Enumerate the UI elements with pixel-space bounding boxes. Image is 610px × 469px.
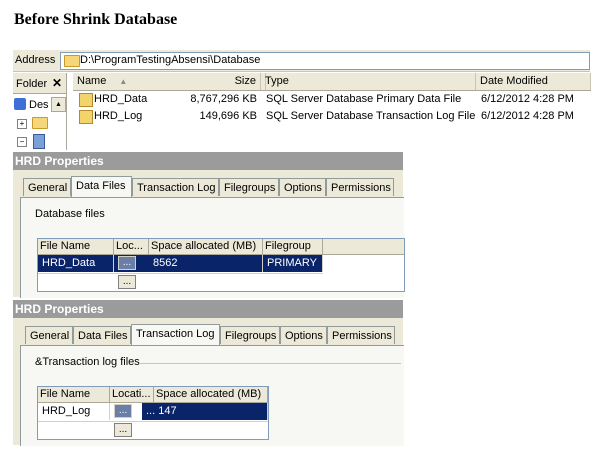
address-path: D:\ProgramTestingAbsensi\Database xyxy=(80,54,261,66)
file-row[interactable]: HRD_Log 149,696 KB SQL Server Database T… xyxy=(73,108,591,125)
section-label: &Transaction log files xyxy=(35,356,140,368)
tab-strip: General Data Files Transaction Log Fileg… xyxy=(13,176,403,198)
tab-panel: Database files File Name Loc... Space al… xyxy=(20,197,405,298)
tab-filegroups[interactable]: Filegroups xyxy=(219,178,279,196)
properties-dialog-transaction-log: HRD Properties General Data Files Transa… xyxy=(13,300,404,446)
folder-pane-label: Folder xyxy=(16,78,48,90)
column-header-filegroup[interactable]: Filegroup xyxy=(263,239,323,254)
sort-ascending-icon: ▲ xyxy=(119,77,128,86)
space-allocated-cell[interactable]: ... 147 xyxy=(142,403,268,420)
tab-data-files[interactable]: Data Files xyxy=(73,326,131,344)
table-row[interactable]: HRD_Log ... ... 147 xyxy=(38,403,268,420)
file-type: SQL Server Database Primary Data File xyxy=(266,93,462,105)
desktop-icon xyxy=(14,98,26,110)
database-file-icon xyxy=(79,93,93,107)
folder-pane-header: Folder ✕ xyxy=(13,73,66,94)
address-bar: Address D:\ProgramTestingAbsensi\Databas… xyxy=(13,50,590,72)
column-header-space-allocated[interactable]: Space allocated (MB) xyxy=(149,239,263,254)
browse-location-button[interactable]: ... xyxy=(114,423,132,437)
expand-icon[interactable]: + xyxy=(17,119,27,129)
column-header-date-modified[interactable]: Date Modified xyxy=(476,73,591,90)
close-icon[interactable]: ✕ xyxy=(52,76,62,90)
browse-location-button[interactable]: ... xyxy=(118,256,136,270)
column-header-size[interactable]: Size xyxy=(198,73,261,90)
tab-transaction-log[interactable]: Transaction Log xyxy=(132,178,219,196)
tab-panel: &Transaction log files File Name Locati.… xyxy=(20,345,404,446)
browse-location-button[interactable]: ... xyxy=(114,404,132,418)
space-allocated-cell[interactable]: 8562 xyxy=(149,255,263,272)
computer-icon xyxy=(33,134,45,149)
address-label: Address xyxy=(15,54,56,66)
folder-icon xyxy=(64,55,80,67)
column-label: Type xyxy=(265,75,289,87)
page-title: Before Shrink Database xyxy=(14,11,178,28)
file-row[interactable]: HRD_Data 8,767,296 KB SQL Server Databas… xyxy=(73,91,591,108)
table-row[interactable]: HRD_Data ... 8562 PRIMARY xyxy=(38,255,323,272)
column-header-type[interactable]: Type xyxy=(261,73,476,90)
column-header-file-name[interactable]: File Name xyxy=(38,387,110,402)
table-row-empty[interactable]: ... xyxy=(38,273,323,291)
tab-data-files[interactable]: Data Files xyxy=(71,176,132,197)
table-row-empty[interactable]: ... xyxy=(38,421,268,439)
file-list-header: Name ▲ Size Type Date Modified xyxy=(73,73,591,91)
column-header-location[interactable]: Loc... xyxy=(114,239,149,254)
column-header-location[interactable]: Locati... xyxy=(110,387,154,402)
file-size: 149,696 KB xyxy=(199,110,258,122)
tree-item-documents[interactable]: + xyxy=(13,114,66,132)
tree-item-label: Des xyxy=(29,99,49,111)
folder-icon xyxy=(32,117,48,129)
collapse-icon[interactable]: − xyxy=(17,137,27,147)
folder-pane: Folder ✕ Des ▲ + − xyxy=(13,73,67,150)
file-size: 8,767,296 KB xyxy=(190,93,257,105)
tab-permissions[interactable]: Permissions xyxy=(327,326,395,344)
tree-item-computer[interactable]: − xyxy=(13,132,66,150)
address-input[interactable]: D:\ProgramTestingAbsensi\Database xyxy=(60,52,590,70)
file-name: HRD_Data xyxy=(94,93,148,105)
dialog-title: HRD Properties xyxy=(13,300,403,318)
tab-strip: General Data Files Transaction Log Fileg… xyxy=(13,324,403,346)
file-name: HRD_Log xyxy=(94,110,143,122)
file-date: 6/12/2012 4:28 PM xyxy=(481,93,574,105)
grid-header: File Name Locati... Space allocated (MB) xyxy=(38,387,268,403)
tab-filegroups[interactable]: Filegroups xyxy=(220,326,280,344)
database-files-grid: File Name Loc... Space allocated (MB) Fi… xyxy=(37,238,405,292)
column-label: Name xyxy=(77,75,107,87)
tab-options[interactable]: Options xyxy=(279,178,326,196)
database-file-icon xyxy=(79,110,93,124)
file-name-cell[interactable]: HRD_Data xyxy=(38,255,114,272)
properties-dialog-data-files: HRD Properties General Data Files Transa… xyxy=(13,152,405,298)
tab-transaction-log[interactable]: Transaction Log xyxy=(131,324,220,345)
dialog-title: HRD Properties xyxy=(13,152,403,170)
tab-options[interactable]: Options xyxy=(280,326,327,344)
section-divider xyxy=(139,363,401,364)
section-label: Database files xyxy=(35,208,105,220)
tab-general[interactable]: General xyxy=(25,326,73,344)
tab-general[interactable]: General xyxy=(23,178,71,196)
transaction-log-grid: File Name Locati... Space allocated (MB)… xyxy=(37,386,269,440)
column-label: Size xyxy=(234,75,256,87)
file-name-cell[interactable]: HRD_Log xyxy=(38,403,110,420)
column-header-file-name[interactable]: File Name xyxy=(38,239,114,254)
tab-permissions[interactable]: Permissions xyxy=(326,178,394,196)
file-date: 6/12/2012 4:28 PM xyxy=(481,110,574,122)
file-type: SQL Server Database Transaction Log File xyxy=(266,110,476,122)
browse-location-button[interactable]: ... xyxy=(118,275,136,289)
scroll-up-button[interactable]: ▲ xyxy=(51,97,66,112)
column-header-space-allocated[interactable]: Space allocated (MB) xyxy=(154,387,268,402)
filegroup-cell[interactable]: PRIMARY xyxy=(263,255,323,272)
grid-header: File Name Loc... Space allocated (MB) Fi… xyxy=(38,239,404,255)
column-label: Date Modified xyxy=(480,75,548,87)
